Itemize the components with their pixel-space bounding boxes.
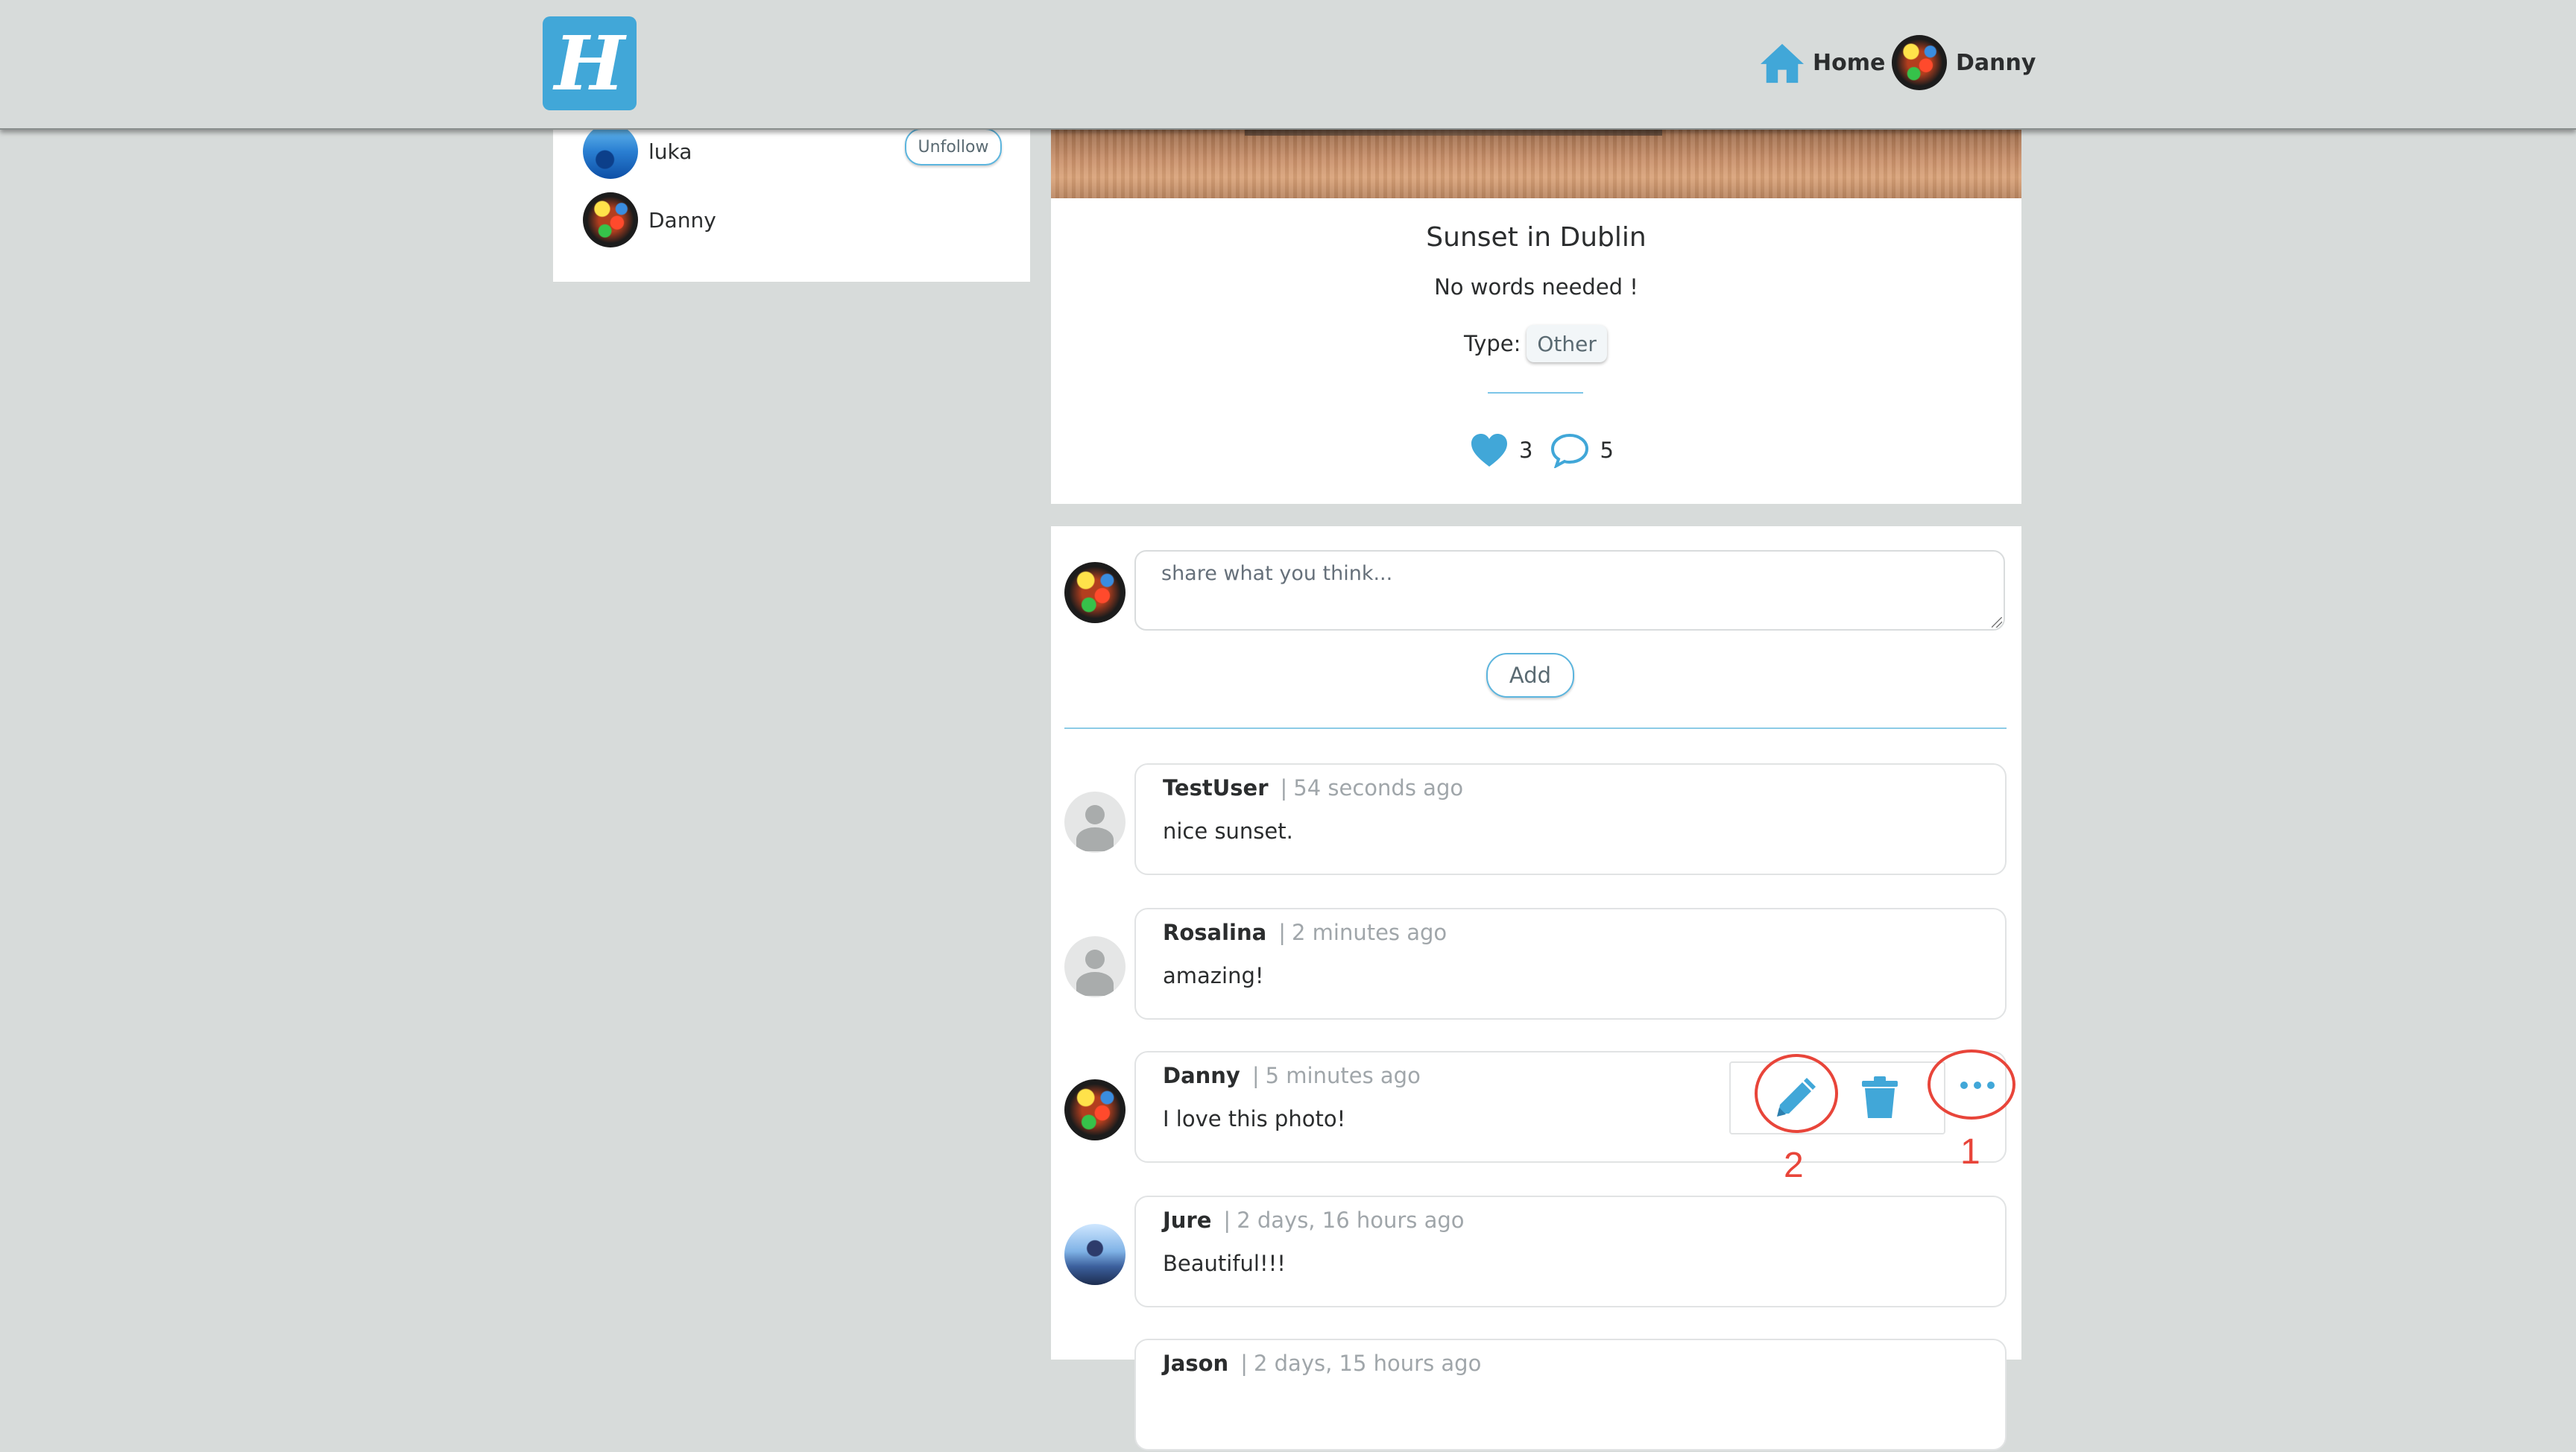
comments-card: Add TestUser | 54 seconds ago nice sunse…: [1051, 526, 2021, 1451]
avatar: [583, 124, 638, 179]
avatar: [1064, 1079, 1126, 1140]
comment-text: Beautiful!!!: [1163, 1251, 1286, 1276]
comment-author[interactable]: Jason: [1163, 1351, 1228, 1376]
following-card: luka Unfollow Danny: [553, 124, 1030, 282]
post-image: [1051, 128, 2021, 198]
avatar: [1064, 1224, 1126, 1285]
following-name: luka: [648, 139, 692, 164]
following-item[interactable]: luka: [583, 124, 692, 179]
comment-separator: |: [1280, 775, 1288, 801]
comment-author[interactable]: Rosalina: [1163, 920, 1266, 945]
top-navbar: H Home Danny: [0, 0, 2576, 130]
comment-time: 2 days, 15 hours ago: [1253, 1351, 1482, 1376]
comment-item: Rosalina | 2 minutes ago amazing!: [1051, 908, 2021, 1021]
avatar: [1064, 936, 1126, 997]
post-type-label: Type:: [1464, 331, 1521, 356]
app-logo[interactable]: H: [543, 16, 637, 110]
resize-handle[interactable]: [1992, 617, 2002, 628]
comment-time: 2 days, 16 hours ago: [1237, 1208, 1465, 1233]
annotation-circle-edit: [1755, 1054, 1838, 1133]
comment-bubble: Rosalina | 2 minutes ago amazing!: [1134, 908, 2007, 1020]
comments-divider: [1064, 727, 2007, 729]
comment-time: 54 seconds ago: [1293, 775, 1464, 801]
comment-author[interactable]: Jure: [1163, 1208, 1211, 1233]
comment-bubble: TestUser | 54 seconds ago nice sunset.: [1134, 763, 2007, 875]
comment-time: 2 minutes ago: [1291, 920, 1448, 945]
post-card: Sunset in Dublin No words needed ! Type:…: [1051, 128, 2021, 504]
home-icon: [1761, 43, 1804, 83]
nav-user-label: Danny: [1956, 49, 2036, 76]
comment-item: TestUser | 54 seconds ago nice sunset.: [1051, 763, 2021, 877]
post-description: No words needed !: [1434, 274, 1638, 300]
comment-item: Jason | 2 days, 15 hours ago: [1051, 1339, 2021, 1452]
likes-count: 3: [1519, 438, 1533, 463]
comments-count: 5: [1600, 438, 1614, 463]
comment-text: I love this photo!: [1163, 1106, 1346, 1131]
comment-text: nice sunset.: [1163, 818, 1293, 844]
nav-home-link[interactable]: Home: [1759, 36, 1885, 89]
avatar: [1892, 35, 1947, 90]
avatar: [583, 192, 638, 247]
comment-separator: |: [1240, 1351, 1248, 1376]
comment-time: 5 minutes ago: [1265, 1063, 1421, 1088]
unfollow-button[interactable]: Unfollow: [905, 128, 1002, 165]
comment-author[interactable]: Danny: [1163, 1063, 1240, 1088]
following-name: Danny: [648, 207, 716, 233]
comment-bubble: Jason | 2 days, 15 hours ago: [1134, 1339, 2007, 1451]
comment-bubble: Jure | 2 days, 16 hours ago Beautiful!!!: [1134, 1196, 2007, 1307]
post-stats: 3 5: [1470, 432, 1614, 468]
avatar: [1064, 792, 1126, 853]
comment-input[interactable]: [1134, 550, 2005, 631]
post-title: Sunset in Dublin: [1426, 222, 1647, 253]
post-type: Type: Other: [1464, 325, 1607, 362]
post-divider: [1488, 392, 1583, 394]
nav-profile-link[interactable]: Danny: [1892, 34, 2036, 91]
nav-home-label: Home: [1813, 49, 1886, 76]
trash-icon[interactable]: [1859, 1075, 1901, 1120]
heart-icon[interactable]: [1470, 432, 1509, 468]
avatar: [1064, 562, 1126, 623]
comment-text: amazing!: [1163, 963, 1264, 988]
following-item[interactable]: Danny: [583, 192, 716, 247]
annotation-circle-more: [1928, 1049, 2015, 1120]
comment-separator: |: [1278, 920, 1286, 945]
add-comment-button[interactable]: Add: [1486, 653, 1574, 698]
comment-separator: |: [1223, 1208, 1231, 1233]
comment-separator: |: [1251, 1063, 1260, 1088]
post-type-badge[interactable]: Other: [1527, 325, 1607, 362]
annotation-label-edit: 2: [1784, 1146, 1804, 1185]
comment-item: Jure | 2 days, 16 hours ago Beautiful!!!: [1051, 1196, 2021, 1309]
comment-icon[interactable]: [1550, 432, 1589, 468]
annotation-label-more: 1: [1960, 1132, 1980, 1172]
comment-author[interactable]: TestUser: [1163, 775, 1269, 801]
